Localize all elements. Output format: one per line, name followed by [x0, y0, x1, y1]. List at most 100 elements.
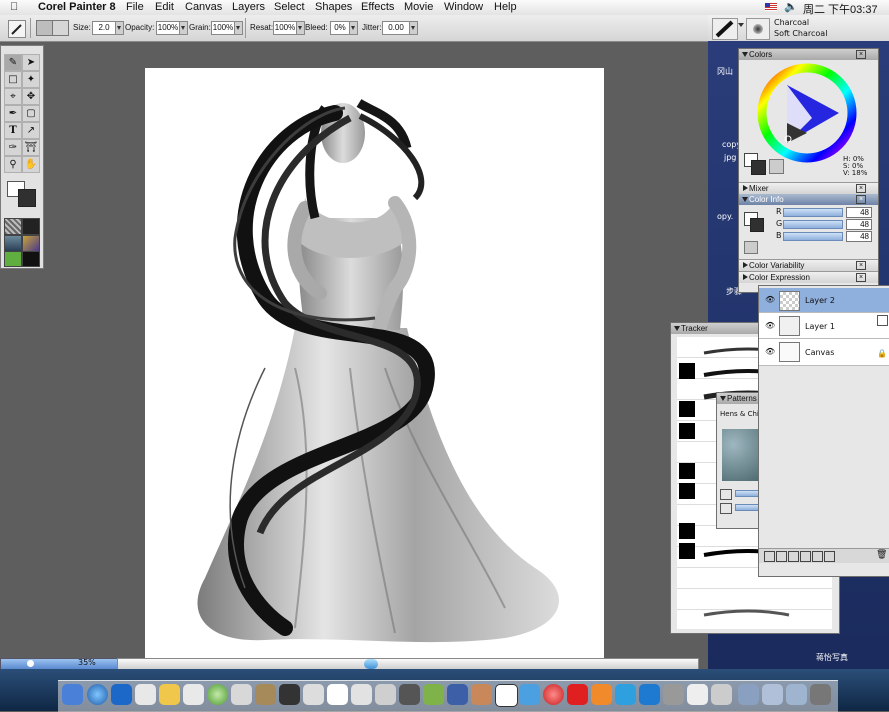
- bleed-field[interactable]: 0%: [330, 21, 350, 35]
- opacity-dropdown[interactable]: [179, 21, 188, 35]
- preview-icon[interactable]: [303, 684, 324, 705]
- menu-canvas[interactable]: Canvas: [185, 1, 222, 13]
- app-icon[interactable]: [567, 684, 588, 705]
- ie-icon[interactable]: [111, 684, 132, 705]
- terminal-icon[interactable]: [399, 684, 420, 705]
- resat-dropdown[interactable]: [296, 21, 305, 35]
- mixer-panel-title[interactable]: Mixer ×: [739, 182, 878, 194]
- trash-icon[interactable]: 🗑: [876, 550, 887, 560]
- app-icon[interactable]: [591, 684, 612, 705]
- crop-icon[interactable]: ⌖: [4, 88, 22, 105]
- desktop-label[interactable]: 冈山: [717, 66, 733, 77]
- look-selector-icon[interactable]: [4, 251, 22, 267]
- g-value[interactable]: 48: [846, 219, 872, 230]
- layer-mask-icon[interactable]: [800, 551, 811, 562]
- color-wheel[interactable]: [757, 63, 857, 163]
- grabber-icon[interactable]: ✋: [22, 156, 40, 173]
- brush-category-dropdown[interactable]: [738, 20, 744, 30]
- photo-app-icon[interactable]: [471, 684, 492, 705]
- layer-effects-icon[interactable]: [812, 551, 823, 562]
- eye-icon[interactable]: 👁: [765, 321, 775, 330]
- imovie-icon[interactable]: [279, 684, 300, 705]
- tracked-brush-icon[interactable]: [679, 463, 695, 479]
- app-menu[interactable]: Corel Painter 8: [38, 1, 116, 13]
- menu-movie[interactable]: Movie: [404, 1, 433, 13]
- bleed-dropdown[interactable]: [349, 21, 358, 35]
- ichat-icon[interactable]: [159, 684, 180, 705]
- app-icon[interactable]: [519, 684, 540, 705]
- magnifier-icon[interactable]: ⚲: [4, 156, 22, 173]
- brush-category-name[interactable]: Charcoal: [774, 18, 809, 27]
- eye-icon[interactable]: 👁: [765, 347, 775, 356]
- tracked-brush-icon[interactable]: [679, 523, 695, 539]
- menu-shapes[interactable]: Shapes: [315, 1, 352, 13]
- shape-selection-icon[interactable]: ↗: [22, 122, 40, 139]
- resat-field[interactable]: 100%: [273, 21, 297, 35]
- primary-color-swatch[interactable]: [751, 160, 766, 175]
- menu-window[interactable]: Window: [444, 1, 483, 13]
- app-icon[interactable]: [687, 684, 708, 705]
- app-icon[interactable]: [543, 684, 564, 705]
- size-field[interactable]: 2.0: [92, 21, 116, 35]
- apple-menu-icon[interactable]: : [10, 1, 18, 13]
- mail-icon[interactable]: [135, 684, 156, 705]
- brush-category-icon[interactable]: [712, 18, 738, 40]
- tracked-brush-icon[interactable]: [679, 423, 695, 439]
- app-icon[interactable]: [615, 684, 636, 705]
- pattern-preview[interactable]: [722, 429, 760, 481]
- main-color-swatch[interactable]: [18, 189, 36, 207]
- color-expression-panel-title[interactable]: Color Expression ×: [739, 271, 878, 283]
- transform-icon[interactable]: ✥: [22, 88, 40, 105]
- jitter-field[interactable]: 0.00: [382, 21, 410, 35]
- desktop-label[interactable]: jpg: [724, 153, 736, 162]
- brush-variant-icon[interactable]: [746, 18, 770, 40]
- layer-name[interactable]: Layer 2: [805, 296, 835, 305]
- tracked-brush-icon[interactable]: [679, 363, 695, 379]
- r-value[interactable]: 48: [846, 207, 872, 218]
- brush-tool-icon[interactable]: [8, 20, 26, 38]
- system-preferences-icon[interactable]: [375, 684, 396, 705]
- menu-edit[interactable]: Edit: [155, 1, 174, 13]
- layer-commands-icon[interactable]: [764, 551, 775, 562]
- safari-icon[interactable]: [87, 684, 108, 705]
- scrollbar-thumb[interactable]: [364, 659, 378, 669]
- gradient-selector-icon[interactable]: [22, 218, 40, 235]
- eye-icon[interactable]: 👁: [765, 295, 775, 304]
- folder-icon[interactable]: [738, 684, 759, 705]
- folder-icon[interactable]: [762, 684, 783, 705]
- menu-help[interactable]: Help: [494, 1, 517, 13]
- tracked-brush-icon[interactable]: [679, 543, 695, 559]
- iphoto-icon[interactable]: [255, 684, 276, 705]
- color-info-panel-title[interactable]: Color Info ×: [739, 194, 878, 205]
- layer-row[interactable]: 👁 Canvas 🔒: [759, 338, 889, 366]
- trash-icon[interactable]: [810, 684, 831, 705]
- jitter-dropdown[interactable]: [409, 21, 418, 35]
- colors-panel-title[interactable]: Colors ×: [739, 49, 878, 60]
- b-slider[interactable]: [783, 232, 843, 241]
- flag-icon[interactable]: [765, 3, 777, 11]
- document-canvas[interactable]: [145, 68, 604, 658]
- color-info-primary-swatch[interactable]: [750, 218, 764, 232]
- size-dropdown[interactable]: [115, 21, 124, 35]
- weave-selector-icon[interactable]: [22, 235, 40, 252]
- layer-options-icon[interactable]: [824, 551, 835, 562]
- nozzle-selector-icon[interactable]: [22, 251, 40, 267]
- ipod-icon[interactable]: [231, 684, 252, 705]
- text-icon[interactable]: T: [4, 122, 22, 139]
- address-book-icon[interactable]: [183, 684, 204, 705]
- brush-icon[interactable]: ✎: [4, 54, 22, 71]
- clone-color-icon[interactable]: [744, 241, 758, 254]
- b-value[interactable]: 48: [846, 231, 872, 242]
- zoom-readout[interactable]: 35%: [78, 658, 96, 667]
- app-icon[interactable]: [663, 684, 684, 705]
- pen-icon[interactable]: ✒: [4, 105, 22, 122]
- pattern-selector-icon[interactable]: [4, 235, 22, 252]
- dynamic-plugins-icon[interactable]: [776, 551, 787, 562]
- grain-dropdown[interactable]: [234, 21, 243, 35]
- grain-field[interactable]: 100%: [211, 21, 235, 35]
- itunes-icon[interactable]: [207, 684, 228, 705]
- opacity-field[interactable]: 100%: [156, 21, 180, 35]
- menu-file[interactable]: File: [126, 1, 144, 13]
- dropper-icon[interactable]: ✑: [4, 139, 22, 156]
- app-icon[interactable]: [639, 684, 660, 705]
